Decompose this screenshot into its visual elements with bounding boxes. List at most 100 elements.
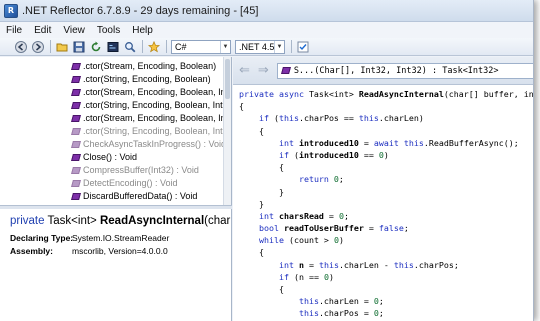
method-icon (71, 88, 81, 96)
chevron-down-icon: ▼ (274, 40, 284, 53)
code-token: } (239, 198, 264, 209)
framework-value: .NET 4.5 (239, 41, 275, 52)
window-title: .NET Reflector 6.7.8.9 - 29 days remaini… (22, 4, 259, 17)
declaring-type-row: Declaring Type: System.IO.StreamReader (10, 233, 231, 243)
chevron-down-icon: ▼ (220, 40, 230, 53)
code-token: this (278, 113, 299, 124)
code-line: { (239, 161, 533, 173)
toggle-icon[interactable] (296, 40, 310, 54)
code-token: == (358, 149, 379, 160)
code-line: if (n == 0) (239, 271, 533, 283)
tree-item[interactable]: .ctor(String, Encoding, Boolean) (71, 73, 211, 85)
method-icon (71, 127, 81, 135)
code-token: Task<int> (308, 89, 359, 99)
code-line: if (introduced10 == 0) (239, 149, 533, 161)
code-token: ; (338, 174, 344, 185)
code-line: { (239, 100, 533, 112)
tree-item[interactable]: .ctor(Stream, Encoding, Boolean, Int3 (71, 112, 232, 124)
tree-item-label: Close() : Void (83, 152, 138, 162)
tree-item-label: CompressBuffer(Int32) : Void (83, 165, 199, 175)
scrollbar-thumb[interactable] (225, 59, 230, 99)
tree-item-label: .ctor(Stream, Encoding, Boolean) (83, 61, 217, 71)
code-token: this (318, 259, 339, 270)
menu-help[interactable]: Help (132, 25, 153, 36)
tree-item-label: .ctor(Stream, Encoding, Boolean, Int3 (83, 113, 232, 123)
method-icon (71, 62, 81, 70)
method-icon (71, 179, 81, 187)
code-pane[interactable]: ⇐ ⇒ S...(Char[], Int32, Int32) : Task<In… (233, 57, 534, 321)
tree-item-label: .ctor(String, Encoding, Boolean, Int3 (83, 100, 228, 110)
tree-item[interactable]: DiscardBufferedData() : Void (71, 190, 197, 202)
code-token: int (278, 137, 299, 148)
favorite-star-icon[interactable] (147, 40, 161, 54)
code-token: (n == (293, 271, 324, 282)
tree-item-label: DetectEncoding() : Void (83, 178, 178, 188)
reflector-window: R .NET Reflector 6.7.8.9 - 29 days remai… (0, 0, 534, 321)
menu-file[interactable]: File (6, 25, 22, 36)
assembly-value[interactable]: mscorlib, Version=4.0.0.0 (72, 246, 168, 256)
tree-item[interactable]: .ctor(String, Encoding, Boolean, Int3 (71, 99, 228, 111)
nav-forward-icon[interactable]: ⇒ (258, 63, 269, 78)
forward-icon[interactable] (31, 40, 45, 54)
menu-edit[interactable]: Edit (34, 25, 51, 36)
tree-item[interactable]: CompressBuffer(Int32) : Void (71, 164, 199, 176)
app-icon: R (4, 3, 18, 18)
member-breadcrumb[interactable]: S...(Char[], Int32, Int32) : Task<Int32> (276, 62, 533, 79)
framework-select[interactable]: .NET 4.5 ▼ (235, 39, 285, 54)
member-info-pane: private Task<int> ReadAsyncInternal(char… (0, 209, 232, 321)
member-tree[interactable]: .ctor(Stream, Encoding, Boolean) .ctor(S… (0, 57, 232, 205)
code-token: readToUserBuffer (283, 223, 364, 234)
tree-scrollbar[interactable] (223, 57, 231, 205)
code-token: false (378, 223, 404, 234)
menu-tools[interactable]: Tools (97, 25, 120, 36)
code-token: bool (258, 223, 284, 234)
code-line: int n = this.charLen - this.charPos; (239, 259, 533, 271)
save-icon[interactable] (72, 40, 86, 54)
member-signature: private Task<int> ReadAsyncInternal(char… (10, 215, 231, 227)
declaring-type-value[interactable]: System.IO.StreamReader (72, 233, 169, 243)
code-token: ; (343, 210, 349, 221)
assembly-row: Assembly: mscorlib, Version=4.0.0.0 (10, 246, 231, 256)
tree-item[interactable]: .ctor(Stream, Encoding, Boolean) (71, 60, 217, 72)
code-token: int (258, 210, 279, 221)
code-token: = (303, 259, 319, 270)
code-line: } (239, 186, 533, 198)
tree-item[interactable]: Close() : Void (71, 151, 138, 163)
code-token: .charPos == (298, 113, 359, 124)
code-token: return (298, 174, 334, 185)
signature-modifier: private (10, 215, 45, 227)
back-icon[interactable] (14, 40, 28, 54)
code-token: .charPos = (318, 308, 374, 319)
method-icon (71, 166, 81, 174)
tree-item[interactable]: CheckAsyncTaskInProgress() : Void (71, 138, 226, 150)
menu-view[interactable]: View (63, 25, 85, 36)
code-line: { (239, 125, 533, 137)
code-token: this (393, 259, 414, 270)
language-select[interactable]: C# ▼ (171, 39, 231, 54)
method-icon (71, 153, 81, 161)
refresh-icon[interactable] (89, 40, 103, 54)
method-icon (71, 114, 81, 122)
code-line: { (239, 283, 533, 295)
tree-item-label: .ctor(String, Encoding, Boolean) (83, 74, 211, 84)
code-icon[interactable] (106, 40, 120, 54)
decompiled-code[interactable]: private async Task<int> ReadAsyncInterna… (239, 88, 534, 321)
open-icon[interactable] (55, 40, 69, 54)
tree-item[interactable]: .ctor(Stream, Encoding, Boolean, Int3 (71, 86, 231, 98)
code-line: { (239, 246, 533, 258)
code-token: int (278, 259, 299, 270)
code-token: (char[] buffer, int i (443, 89, 534, 99)
tree-item[interactable]: DetectEncoding() : Void (71, 177, 178, 189)
nav-back-icon[interactable]: ⇐ (239, 63, 250, 78)
code-line: } (239, 198, 533, 210)
search-icon[interactable] (123, 40, 137, 54)
tree-item[interactable]: .ctor(String, Encoding, Boolean, Int3 (71, 125, 228, 137)
code-token: introduced10 (298, 149, 359, 160)
code-navigation-bar: ⇐ ⇒ S...(Char[], Int32, Int32) : Task<In… (233, 57, 533, 85)
lock-method-icon (71, 140, 81, 148)
title-bar[interactable]: R .NET Reflector 6.7.8.9 - 29 days remai… (0, 0, 533, 22)
